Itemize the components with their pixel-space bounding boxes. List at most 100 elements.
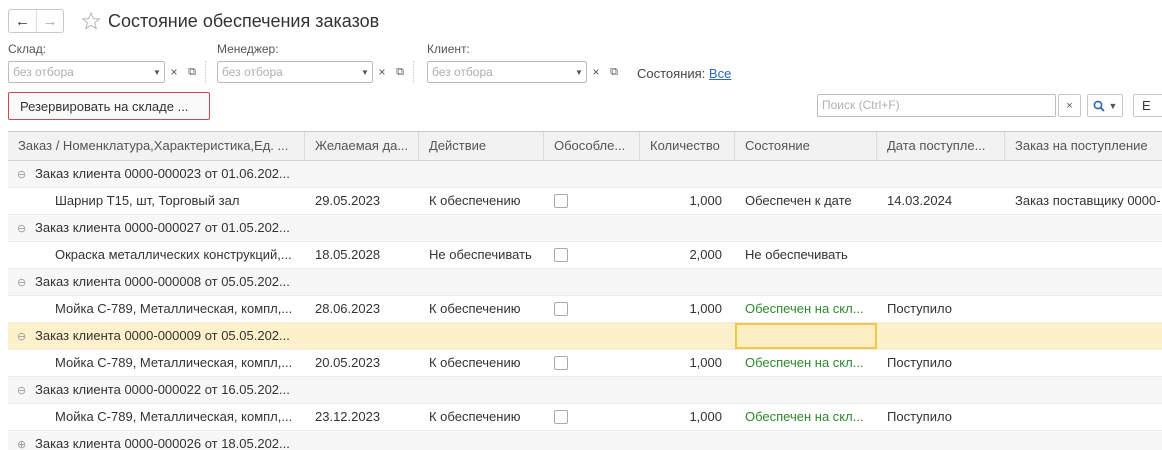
warehouse-placeholder: без отбора bbox=[13, 65, 74, 79]
orders-table: Заказ / Номенклатура,Характеристика,Ед. … bbox=[8, 131, 1162, 450]
separate-checkbox[interactable] bbox=[554, 355, 568, 370]
separator bbox=[413, 61, 414, 83]
desired-date: 29.05.2023 bbox=[315, 193, 381, 208]
item-name: Мойка С-789, Металлическая, компл,... bbox=[55, 301, 293, 316]
column-header[interactable]: Количество bbox=[640, 132, 735, 160]
nav-buttons: ← → bbox=[8, 9, 64, 33]
table-row[interactable]: Мойка С-789, Металлическая, компл,... 28… bbox=[8, 296, 1162, 323]
page-title: Состояние обеспечения заказов bbox=[108, 10, 380, 31]
table-row[interactable]: ⊖ Заказ клиента 0000-000027 от 01.05.202.… bbox=[8, 215, 1162, 242]
arrival-date: 14.03.2024 bbox=[887, 193, 953, 208]
states-label: Состояния: bbox=[637, 66, 706, 81]
order-name: Заказ клиента 0000-000022 от 16.05.202..… bbox=[35, 382, 290, 397]
collapse-icon[interactable]: ⊖ bbox=[17, 324, 29, 349]
title-bar: ← → Состояние обеспечения заказов bbox=[8, 8, 379, 34]
clear-icon[interactable]: × bbox=[373, 61, 391, 83]
table-row[interactable]: Мойка С-789, Металлическая, компл,... 20… bbox=[8, 350, 1162, 377]
table-header: Заказ / Номенклатура,Характеристика,Ед. … bbox=[8, 132, 1162, 161]
table-row[interactable]: Шарнир Т15, шт, Торговый зал 29.05.2023 … bbox=[8, 188, 1162, 215]
search-input[interactable]: Поиск (Ctrl+F) bbox=[817, 94, 1056, 117]
search-button[interactable]: ▼ bbox=[1087, 94, 1123, 117]
forward-arrow-icon[interactable]: → bbox=[36, 10, 63, 32]
chevron-down-icon[interactable]: ▼ bbox=[358, 68, 372, 77]
supply-order bbox=[1005, 404, 1162, 430]
collapse-icon[interactable]: ⊖ bbox=[17, 162, 29, 187]
desired-date: 18.05.2028 bbox=[315, 247, 381, 262]
action-cell[interactable]: Не обеспечивать bbox=[419, 242, 544, 268]
column-header[interactable]: Заказ / Номенклатура,Характеристика,Ед. … bbox=[8, 132, 305, 160]
open-form-icon[interactable]: ⧉ bbox=[391, 61, 409, 83]
table-row[interactable]: ⊖ Заказ клиента 0000-000023 от 01.06.202.… bbox=[8, 161, 1162, 188]
table-row[interactable]: ⊖ Заказ клиента 0000-000022 от 16.05.202.… bbox=[8, 377, 1162, 404]
separate-checkbox[interactable] bbox=[554, 409, 568, 424]
action-cell[interactable]: К обеспечению bbox=[419, 350, 544, 376]
collapse-icon[interactable]: ⊖ bbox=[17, 378, 29, 403]
open-form-icon[interactable]: ⧉ bbox=[183, 61, 201, 83]
action-cell[interactable]: К обеспечению bbox=[419, 188, 544, 214]
reserve-button[interactable]: Резервировать на складе ... bbox=[8, 92, 210, 120]
desired-date: 20.05.2023 bbox=[315, 355, 381, 370]
table-row[interactable]: ⊕ Заказ клиента 0000-000026 от 18.05.202.… bbox=[8, 431, 1162, 450]
supply-order bbox=[1005, 242, 1162, 268]
separator bbox=[205, 61, 206, 83]
desired-date: 28.06.2023 bbox=[315, 301, 381, 316]
warehouse-label: Склад: bbox=[8, 42, 47, 56]
warehouse-input[interactable]: без отбора ▼ bbox=[8, 61, 165, 83]
chevron-down-icon[interactable]: ▼ bbox=[572, 68, 586, 77]
clear-icon[interactable]: × bbox=[587, 61, 605, 83]
arrival-date: Поступило bbox=[887, 409, 952, 424]
clear-icon[interactable]: × bbox=[165, 61, 183, 83]
order-name: Заказ клиента 0000-000009 от 05.05.202..… bbox=[35, 328, 290, 343]
client-input[interactable]: без отбора ▼ bbox=[427, 61, 587, 83]
arrival-date: Поступило bbox=[887, 355, 952, 370]
state-cell: Обеспечен на скл... bbox=[745, 355, 864, 370]
open-form-icon[interactable]: ⧉ bbox=[605, 61, 623, 83]
separate-checkbox[interactable] bbox=[554, 301, 568, 316]
supply-order bbox=[1005, 350, 1162, 376]
column-header[interactable]: Действие bbox=[419, 132, 544, 160]
back-arrow-icon[interactable]: ← bbox=[9, 10, 36, 32]
column-header[interactable]: Дата поступле... bbox=[877, 132, 1005, 160]
chevron-down-icon[interactable]: ▼ bbox=[150, 68, 164, 77]
focused-cell[interactable] bbox=[735, 323, 877, 349]
state-cell: Обеспечен к дате bbox=[745, 193, 852, 208]
more-button[interactable]: Е bbox=[1133, 94, 1162, 117]
item-name: Окраска металлических конструкций,... bbox=[55, 247, 292, 262]
collapse-icon[interactable]: ⊖ bbox=[17, 216, 29, 241]
state-cell: Не обеспечивать bbox=[745, 247, 848, 262]
quantity-cell: 1,000 bbox=[689, 355, 722, 370]
chevron-down-icon: ▼ bbox=[1108, 100, 1118, 111]
separate-checkbox[interactable] bbox=[554, 247, 568, 262]
manager-placeholder: без отбора bbox=[222, 65, 283, 79]
quantity-cell: 1,000 bbox=[689, 301, 722, 316]
quantity-cell: 1,000 bbox=[689, 193, 722, 208]
manager-filter: Менеджер: без отбора ▼ × ⧉ bbox=[217, 42, 414, 83]
order-name: Заказ клиента 0000-000023 от 01.06.202..… bbox=[35, 166, 290, 181]
clear-icon[interactable]: × bbox=[1058, 94, 1081, 117]
table-row-selected[interactable]: ⊖ Заказ клиента 0000-000009 от 05.05.202.… bbox=[8, 323, 1162, 350]
action-cell[interactable]: К обеспечению bbox=[419, 296, 544, 322]
expand-icon[interactable]: ⊕ bbox=[17, 432, 29, 450]
client-placeholder: без отбора bbox=[432, 65, 493, 79]
column-header[interactable]: Обособле... bbox=[544, 132, 640, 160]
arrival-date bbox=[877, 242, 1005, 268]
manager-input[interactable]: без отбора ▼ bbox=[217, 61, 373, 83]
star-icon[interactable] bbox=[80, 10, 102, 32]
action-cell[interactable]: К обеспечению bbox=[419, 404, 544, 430]
column-header[interactable]: Состояние bbox=[735, 132, 877, 160]
client-label: Клиент: bbox=[427, 42, 470, 56]
table-row[interactable]: Мойка С-789, Металлическая, компл,... 23… bbox=[8, 404, 1162, 431]
quantity-cell: 2,000 bbox=[689, 247, 722, 262]
search-icon bbox=[1093, 100, 1105, 112]
item-name: Мойка С-789, Металлическая, компл,... bbox=[55, 355, 293, 370]
collapse-icon[interactable]: ⊖ bbox=[17, 270, 29, 295]
client-filter: Клиент: без отбора ▼ × ⧉ bbox=[427, 42, 623, 83]
separate-checkbox[interactable] bbox=[554, 193, 568, 208]
column-header[interactable]: Желаемая да... bbox=[305, 132, 419, 160]
table-row[interactable]: Окраска металлических конструкций,... 18… bbox=[8, 242, 1162, 269]
state-cell: Обеспечен на скл... bbox=[745, 409, 864, 424]
table-row[interactable]: ⊖ Заказ клиента 0000-000008 от 05.05.202.… bbox=[8, 269, 1162, 296]
column-header[interactable]: Заказ на поступление bbox=[1005, 132, 1162, 160]
states-link[interactable]: Все bbox=[709, 66, 731, 81]
item-name: Шарнир Т15, шт, Торговый зал bbox=[55, 193, 240, 208]
